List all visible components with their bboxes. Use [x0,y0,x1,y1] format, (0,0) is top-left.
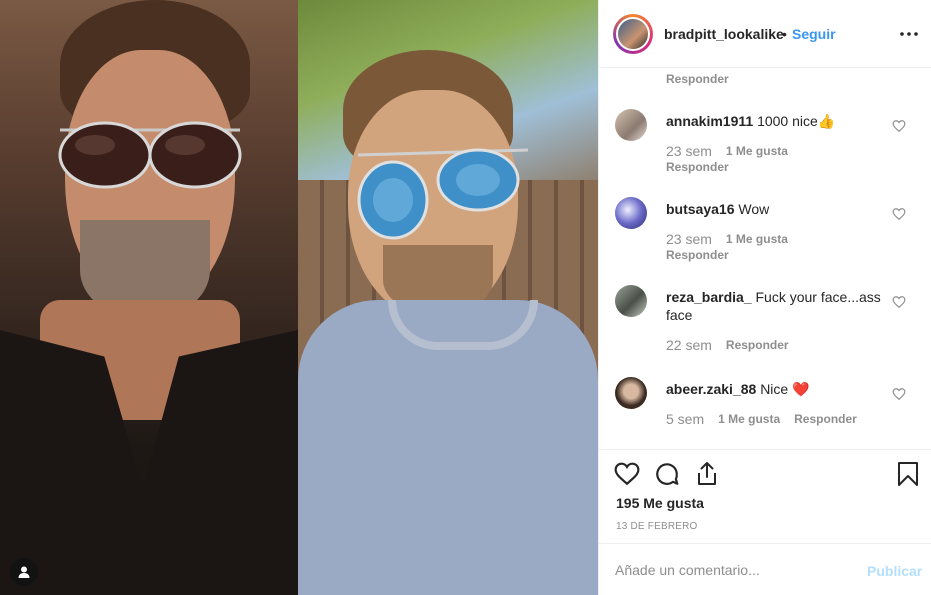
share-icon[interactable] [693,460,721,488]
likes-count[interactable]: 195 Me gusta [616,495,704,511]
comment-likes[interactable]: 1 Me gusta [718,412,780,426]
comment-text: Wow [738,201,770,217]
comment-text: Nice ❤️ [760,381,810,397]
comment-meta: 5 sem 1 Me gusta Responder [666,411,857,427]
photo-left-portrait [0,0,298,595]
user-tag-icon[interactable] [10,558,38,586]
follow-button[interactable]: Seguir [792,26,836,42]
comment-input[interactable] [615,562,835,578]
comment-likes[interactable]: 1 Me gusta [726,232,788,246]
commenter-avatar[interactable] [615,377,647,409]
post-header: bradpitt_lookalike • Seguir [599,0,931,68]
post-date[interactable]: 13 de febrero [616,521,698,532]
comment-meta: 23 sem 1 Me gusta [666,143,788,159]
comment-icon[interactable] [653,460,681,488]
bookmark-icon[interactable] [894,460,922,488]
comment-likes[interactable]: 1 Me gusta [726,144,788,158]
more-options-icon[interactable] [897,24,921,44]
comment-body: butsaya16 Wow [666,200,886,218]
comment-body: abeer.zaki_88 Nice ❤️ [666,380,886,398]
commenter-avatar[interactable] [615,285,647,317]
heart-icon[interactable] [892,119,906,133]
commenter-username[interactable]: abeer.zaki_88 [666,381,756,397]
author-username[interactable]: bradpitt_lookalike [664,26,784,42]
heart-icon[interactable] [892,207,906,221]
comment-composer: Publicar [599,543,931,595]
commenter-avatar[interactable] [615,197,647,229]
commenter-username[interactable]: reza_bardia_ [666,289,752,305]
post-photo[interactable] [0,0,598,595]
publish-button[interactable]: Publicar [867,563,922,579]
comment-time[interactable]: 22 sem [666,337,712,353]
comments-list[interactable]: Responder annakim1911 1000 nice👍 23 sem … [599,69,931,448]
comment-time[interactable]: 5 sem [666,411,704,427]
heart-icon[interactable] [892,295,906,309]
post-side-panel: bradpitt_lookalike • Seguir Responder an… [598,0,931,595]
commenter-avatar[interactable] [615,109,647,141]
post-actions: 195 Me gusta 13 de febrero [599,449,931,549]
commenter-username[interactable]: butsaya16 [666,201,734,217]
comment-meta: 22 sem Responder [666,337,789,353]
comment-time[interactable]: 23 sem [666,143,712,159]
comment-meta: 23 sem 1 Me gusta [666,231,788,247]
author-avatar[interactable] [613,14,653,54]
reply-button[interactable]: Responder [666,248,729,262]
heart-icon[interactable] [892,387,906,401]
comment-time[interactable]: 23 sem [666,231,712,247]
comment-text: 1000 nice👍 [757,113,836,129]
reply-button[interactable]: Responder [726,338,789,352]
photo-right-portrait [298,0,598,595]
header-separator: • [782,26,787,42]
reply-button[interactable]: Responder [794,412,857,426]
reply-button[interactable]: Responder [666,160,729,174]
reply-button[interactable]: Responder [666,72,729,86]
comment-body: reza_bardia_ Fuck your face...ass face [666,288,886,324]
commenter-username[interactable]: annakim1911 [666,113,753,129]
comment-body: annakim1911 1000 nice👍 [666,112,886,130]
heart-icon[interactable] [613,460,641,488]
